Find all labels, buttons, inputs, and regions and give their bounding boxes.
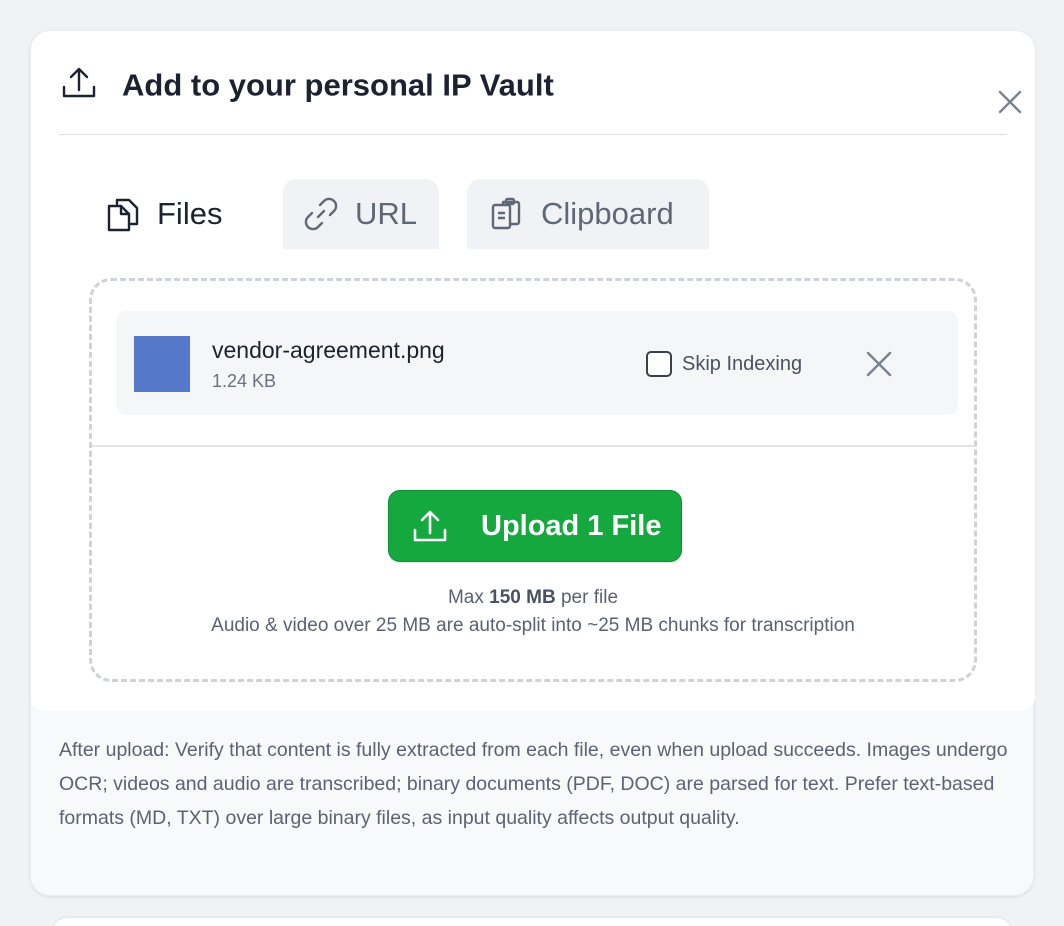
file-size: 1.24 KB xyxy=(212,371,277,391)
file-name: vendor-agreement.png xyxy=(212,337,445,363)
file-dropzone[interactable]: vendor-agreement.png 1.24 KB Skip Indexi… xyxy=(89,278,977,682)
max-size-value: 150 MB xyxy=(489,587,556,608)
after-upload-info: After upload: Verify that content is ful… xyxy=(59,739,1008,829)
link-icon xyxy=(304,197,338,231)
tab-clipboard-label: Clipboard xyxy=(541,196,674,231)
remove-file-icon[interactable] xyxy=(864,349,894,379)
upload-icon xyxy=(413,510,447,542)
upload-icon xyxy=(62,67,96,98)
tab-files[interactable]: Files xyxy=(83,179,253,249)
auto-split-note: Audio & video over 25 MB are auto-split … xyxy=(211,615,855,636)
upload-button[interactable]: Upload 1 File xyxy=(388,490,682,562)
next-card xyxy=(52,918,1012,926)
tab-url-label: URL xyxy=(355,196,418,231)
file-item: vendor-agreement.png 1.24 KB Skip Indexi… xyxy=(116,311,958,415)
tab-files-label: Files xyxy=(157,196,223,231)
files-icon xyxy=(107,198,139,232)
skip-indexing-label[interactable]: Skip Indexing xyxy=(682,353,802,376)
dropzone-divider xyxy=(92,445,974,447)
upload-button-label: Upload 1 File xyxy=(481,509,662,542)
max-size-prefix: Max xyxy=(447,587,490,608)
file-thumbnail xyxy=(134,336,190,392)
clipboard-icon xyxy=(491,197,521,230)
upload-modal: Add to your personal IP Vault Files URL … xyxy=(30,30,1035,896)
modal-title: Add to your personal IP Vault xyxy=(122,67,554,103)
modal-body: Add to your personal IP Vault Files URL … xyxy=(31,31,1035,711)
modal-header: Add to your personal IP Vault xyxy=(59,51,1022,135)
max-size-suffix: per file xyxy=(555,587,619,608)
max-size-note: Max 150 MB per file xyxy=(92,587,974,609)
close-icon[interactable] xyxy=(995,87,1025,117)
tab-clipboard[interactable]: Clipboard xyxy=(467,179,709,249)
tab-url[interactable]: URL xyxy=(283,179,439,249)
skip-indexing-checkbox[interactable] xyxy=(646,351,672,377)
